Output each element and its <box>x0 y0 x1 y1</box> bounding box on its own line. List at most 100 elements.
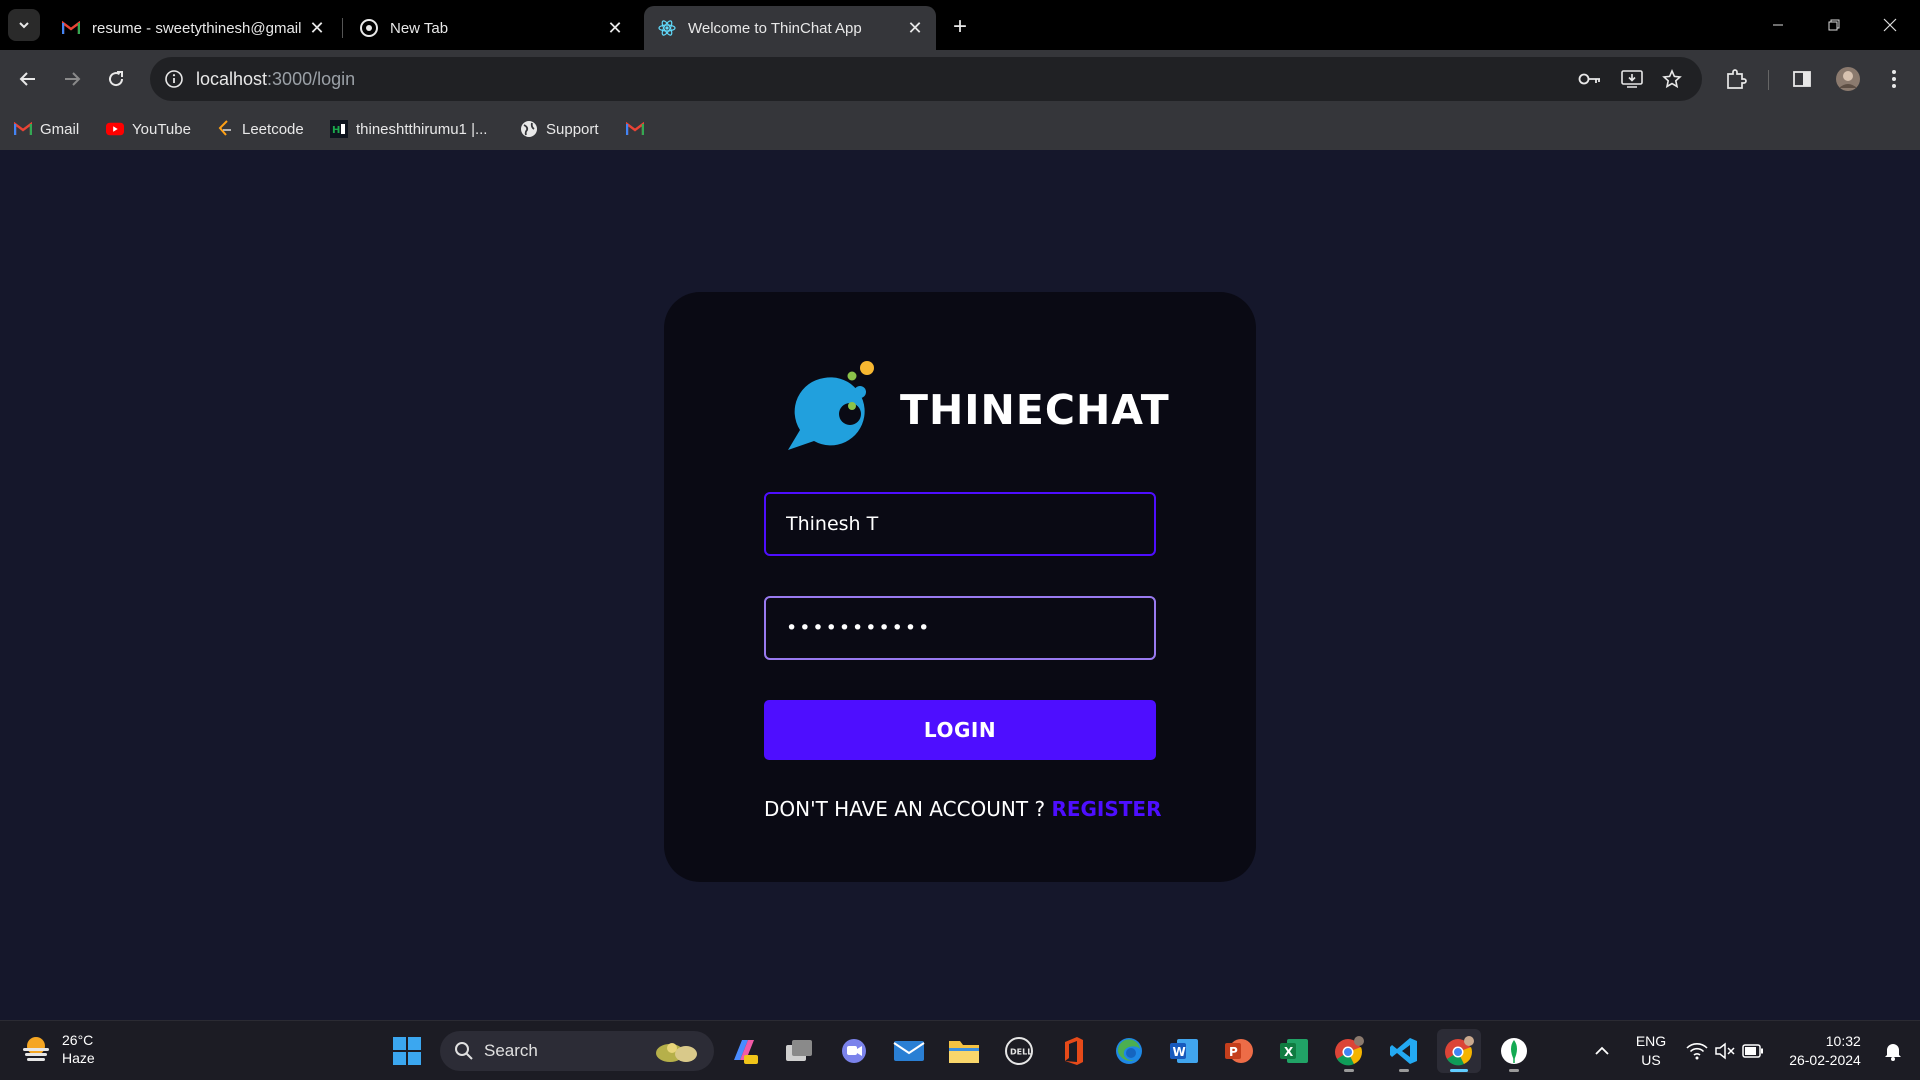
close-icon[interactable]: ✕ <box>602 15 628 41</box>
close-icon[interactable]: ✕ <box>902 15 928 41</box>
taskbar-file-explorer[interactable] <box>942 1029 986 1073</box>
weather-text: 26°C Haze <box>62 1031 95 1067</box>
word-icon: W <box>1170 1039 1198 1063</box>
extensions-button[interactable] <box>1720 63 1752 95</box>
taskbar-task-view[interactable] <box>777 1029 821 1073</box>
bookmark-support[interactable]: Support <box>520 116 599 142</box>
quick-settings-button[interactable] <box>1684 1021 1766 1080</box>
folder-icon <box>949 1041 979 1063</box>
youtube-icon <box>106 120 124 138</box>
password-key-icon[interactable] <box>1578 67 1602 91</box>
close-window-button[interactable] <box>1862 0 1918 50</box>
taskbar-powerpoint[interactable]: P <box>1217 1029 1261 1073</box>
taskbar-mail[interactable] <box>887 1029 931 1073</box>
globe-icon <box>520 120 538 138</box>
bookmark-star-icon[interactable] <box>1660 67 1684 91</box>
react-icon <box>658 19 676 37</box>
taskbar-chrome-active[interactable] <box>1437 1029 1481 1073</box>
taskbar-teams[interactable] <box>832 1029 876 1073</box>
register-prompt: DON'T HAVE AN ACCOUNT ? REGISTER <box>764 797 1161 821</box>
bell-icon <box>1885 1044 1901 1061</box>
close-icon[interactable]: ✕ <box>304 15 330 41</box>
password-input[interactable] <box>764 596 1156 660</box>
bookmark-gmail[interactable]: Gmail <box>14 116 79 142</box>
tab-thinchat[interactable]: Welcome to ThinChat App ✕ <box>644 6 936 50</box>
windows-taskbar: 26°C Haze Search DELL W P X ENG US 10:32… <box>0 1020 1920 1080</box>
tab-title: Welcome to ThinChat App <box>688 19 862 37</box>
taskbar-edge[interactable] <box>1107 1029 1151 1073</box>
region-code: US <box>1641 1052 1661 1068</box>
new-tab-button[interactable]: + <box>944 11 976 43</box>
arrow-left-icon <box>19 72 35 86</box>
profile-avatar[interactable] <box>1832 63 1864 95</box>
reload-button[interactable] <box>100 63 132 95</box>
login-card: THINECHAT LOGIN DON'T HAVE AN ACCOUNT ? … <box>664 292 1256 882</box>
weather-widget[interactable]: 26°C Haze <box>20 1031 95 1067</box>
tab-new-tab[interactable]: New Tab ✕ <box>346 6 636 50</box>
bookmark-hackerrank[interactable]: H thineshtthirumu1 |... <box>330 116 487 142</box>
svg-text:W: W <box>1173 1045 1186 1059</box>
chrome-menu-button[interactable] <box>1878 63 1910 95</box>
svg-text:H: H <box>332 125 340 136</box>
restore-button[interactable] <box>1806 0 1862 50</box>
install-app-icon[interactable] <box>1620 67 1644 91</box>
side-panel-button[interactable] <box>1786 63 1818 95</box>
running-indicator <box>1450 1069 1468 1072</box>
restore-icon <box>1828 19 1840 31</box>
page-viewport: THINECHAT LOGIN DON'T HAVE AN ACCOUNT ? … <box>0 150 1920 1020</box>
notifications-button[interactable] <box>1876 1021 1910 1080</box>
tab-title: New Tab <box>390 19 449 37</box>
chrome-icon <box>1335 1036 1364 1066</box>
search-icon <box>455 1042 473 1060</box>
login-button[interactable]: LOGIN <box>764 700 1156 760</box>
no-account-text: DON'T HAVE AN ACCOUNT ? <box>764 797 1052 821</box>
close-icon <box>1883 18 1897 32</box>
taskbar-chrome-profile[interactable] <box>1327 1029 1371 1073</box>
kebab-menu-icon <box>1892 70 1896 88</box>
svg-text:X: X <box>1284 1045 1294 1059</box>
teams-chat-icon <box>842 1039 866 1063</box>
tab-search-button[interactable] <box>8 9 40 41</box>
taskbar-dell[interactable]: DELL <box>997 1029 1041 1073</box>
register-link[interactable]: REGISTER <box>1051 797 1161 821</box>
back-button[interactable] <box>12 63 44 95</box>
hackerrank-icon: H <box>330 120 348 138</box>
powerpoint-icon: P <box>1225 1039 1253 1063</box>
vscode-icon <box>1390 1038 1417 1064</box>
language-indicator[interactable]: ENG US <box>1626 1021 1676 1080</box>
clock[interactable]: 10:32 26-02-2024 <box>1778 1021 1872 1080</box>
running-indicator <box>1399 1069 1409 1072</box>
forward-button[interactable] <box>56 63 88 95</box>
show-hidden-icons-button[interactable] <box>1588 1021 1616 1080</box>
bookmark-label: Gmail <box>40 120 80 138</box>
start-button[interactable] <box>385 1029 429 1073</box>
username-input[interactable] <box>764 492 1156 556</box>
chevron-down-icon <box>19 22 29 29</box>
taskbar-mongodb-compass[interactable] <box>1492 1029 1536 1073</box>
taskbar-vscode[interactable] <box>1382 1029 1426 1073</box>
taskbar-word[interactable]: W <box>1162 1029 1206 1073</box>
taskbar-search[interactable]: Search <box>440 1031 714 1071</box>
taskbar-copilot[interactable] <box>722 1029 766 1073</box>
bookmark-youtube[interactable]: YouTube <box>106 116 191 142</box>
dell-icon: DELL <box>1005 1037 1033 1065</box>
taskbar-excel[interactable]: X <box>1272 1029 1316 1073</box>
running-indicator <box>1509 1069 1519 1072</box>
chrome-icon <box>360 19 378 37</box>
brand-title: THINECHAT <box>900 386 1170 434</box>
tab-gmail[interactable]: resume - sweetythinesh@gmail ✕ <box>48 6 338 50</box>
bookmark-gmail-2[interactable] <box>626 116 652 142</box>
bookmark-label: thineshtthirumu1 |... <box>356 120 488 138</box>
side-panel-icon <box>1793 71 1811 87</box>
haze-weather-icon <box>23 1037 49 1061</box>
minimize-button[interactable] <box>1750 0 1806 50</box>
site-info-icon[interactable] <box>162 67 186 91</box>
bookmark-leetcode[interactable]: Leetcode <box>216 116 304 142</box>
address-bar[interactable]: localhost:3000/login <box>150 57 1702 101</box>
copilot-icon <box>734 1040 758 1064</box>
taskbar-office[interactable] <box>1052 1029 1096 1073</box>
minimize-icon <box>1773 24 1783 26</box>
search-label: Search <box>484 1041 538 1060</box>
toolbar-divider <box>1768 70 1769 90</box>
clock-date: 26-02-2024 <box>1789 1052 1861 1068</box>
